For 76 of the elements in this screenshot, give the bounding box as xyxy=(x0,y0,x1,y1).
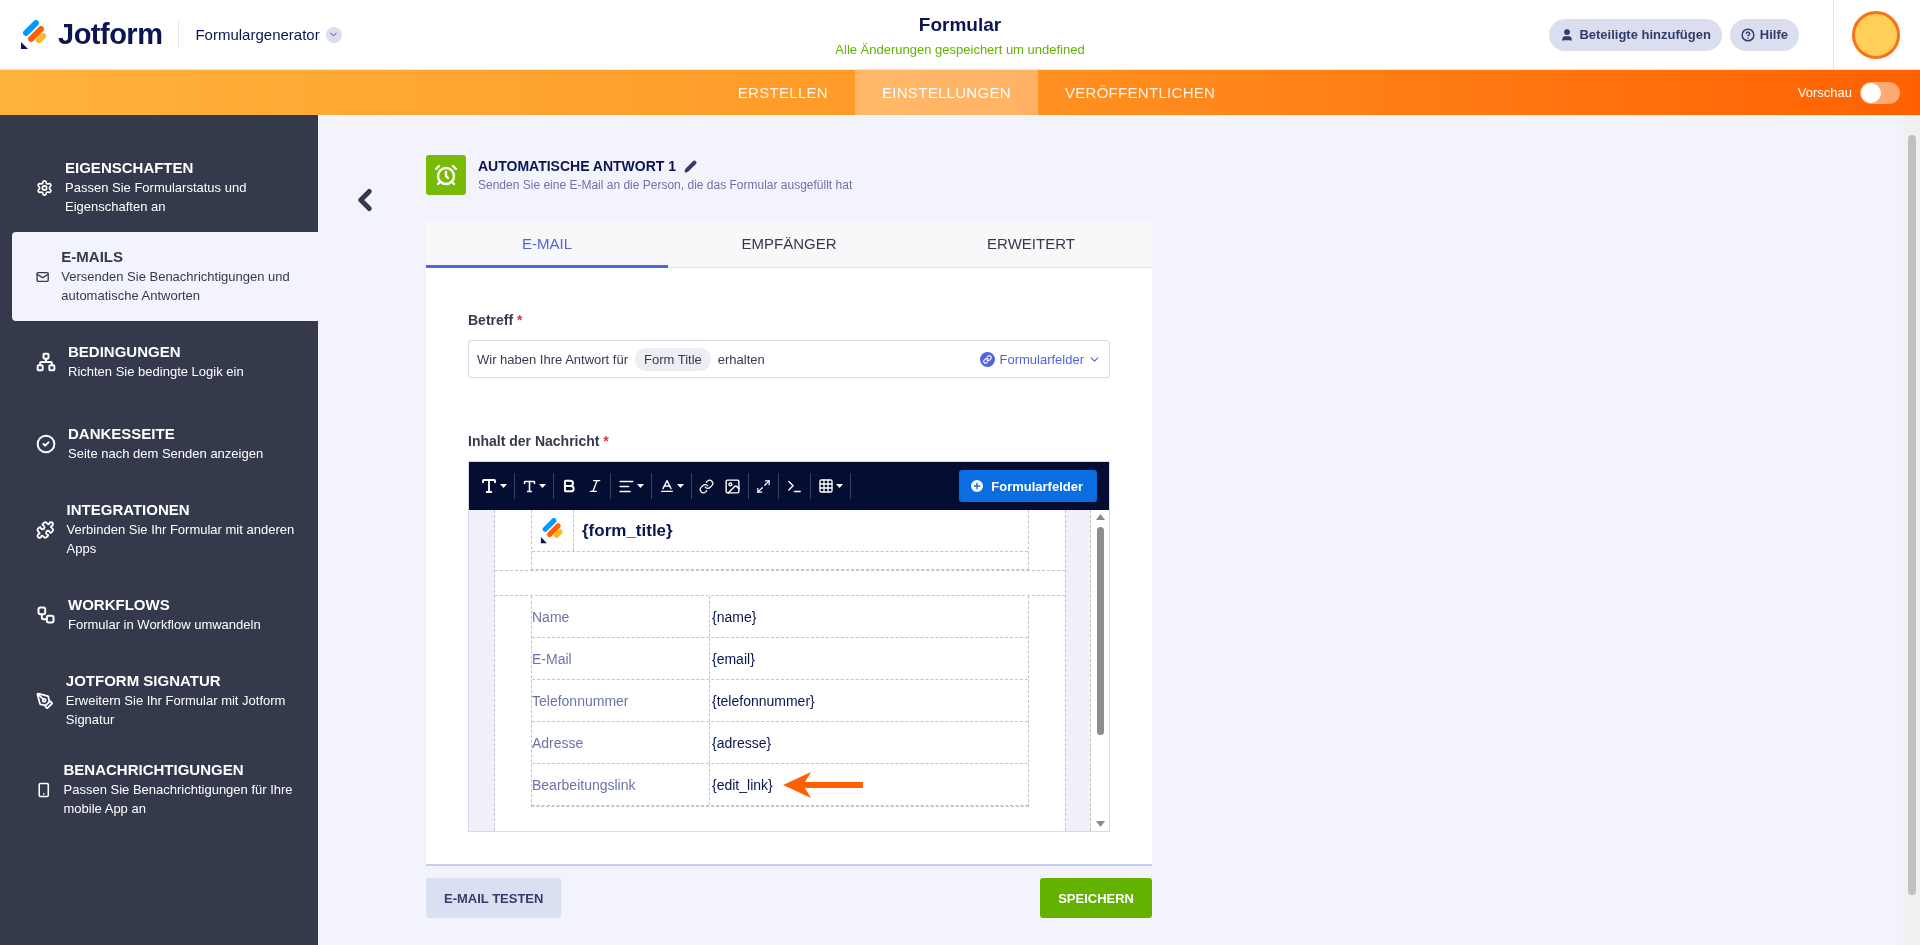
form-title-tag: Form Title xyxy=(635,347,711,371)
message-label: Inhalt der Nachricht * xyxy=(468,433,610,449)
help-icon xyxy=(1740,27,1755,42)
logo-icon xyxy=(539,517,566,544)
caret-icon xyxy=(500,484,507,488)
email-tab[interactable]: EMPFÄNGER xyxy=(668,221,910,268)
table-icon xyxy=(818,478,834,494)
puzzle-icon xyxy=(36,519,55,540)
scroll-up-icon[interactable] xyxy=(1095,514,1105,520)
text-size-icon xyxy=(522,478,537,494)
scroll-down-icon[interactable] xyxy=(1095,821,1105,827)
field-placeholder: {telefonnummer} xyxy=(712,692,815,709)
sidebar-item[interactable]: BENACHRICHTIGUNGEN Passen Sie Benachrichtigungen für Ihre mobile App an xyxy=(12,745,318,834)
expand-icon xyxy=(756,478,771,494)
caret-icon xyxy=(836,484,843,488)
field-placeholder: {adresse} xyxy=(712,734,772,751)
field-placeholder: {email} xyxy=(712,650,755,667)
message-editor[interactable]: Formularfelder {form_title} Name {name} E-Mail {email} Telefonnummer {telefonnummer} Adresse {adresse} Bearbeitungslink {edit_link} xyxy=(468,461,1110,832)
field-label: Name xyxy=(532,596,710,637)
link-icon xyxy=(980,351,996,367)
autoresponder-title: AUTOMATISCHE ANTWORT 1 xyxy=(478,158,677,174)
preview-label: Vorschau xyxy=(1797,85,1852,100)
avatar[interactable] xyxy=(1852,10,1900,59)
autoresponder-subtitle: Senden Sie eine E-Mail an die Person, die das Formular ausgefüllt hat xyxy=(478,178,853,192)
field-placeholder: {name} xyxy=(712,608,757,625)
sidebar-item[interactable]: JOTFORM SIGNATUR Erweitern Sie Ihr Formular mit Jotform Signatur xyxy=(12,656,318,745)
font-color-icon xyxy=(659,478,675,494)
logo-text: Jotform xyxy=(58,18,163,51)
caret-icon xyxy=(325,26,342,43)
subject-field[interactable]: Wir haben Ihre Antwort für Form Title erhalten Formularfelder xyxy=(468,340,1110,378)
caret-icon xyxy=(637,484,644,488)
header-button[interactable]: Hilfe xyxy=(1729,18,1799,51)
sidebar-item[interactable]: INTEGRATIONEN Verbinden Sie Ihr Formular mit anderen Apps xyxy=(12,485,318,574)
image-icon xyxy=(724,477,741,495)
email-tab[interactable]: E-MAIL xyxy=(426,221,668,268)
field-label: Bearbeitungslink xyxy=(532,764,710,805)
required-mark: * xyxy=(603,433,609,449)
check-icon xyxy=(36,434,56,454)
bold-icon xyxy=(561,478,577,494)
caret-icon xyxy=(539,484,546,488)
pen-icon xyxy=(36,690,54,711)
gear-icon xyxy=(36,177,54,198)
subject-text: Wir haben Ihre Antwort für xyxy=(477,351,628,367)
sidebar-item[interactable]: E-MAILS Versenden Sie Benachrichtigungen und automatische Antworten xyxy=(12,232,318,321)
field-label: E-Mail xyxy=(532,638,710,679)
workflow-icon xyxy=(36,605,56,625)
field-label: Telefonnummer xyxy=(532,680,710,721)
subject-text: erhalten xyxy=(717,351,765,367)
form-title: Formular xyxy=(918,14,1002,36)
italic-icon xyxy=(587,478,603,494)
form-fields-button[interactable]: Formularfelder xyxy=(959,470,1097,502)
user-icon xyxy=(1560,27,1575,42)
email-tab[interactable]: ERWEITERT xyxy=(910,221,1152,268)
plus-icon xyxy=(969,478,986,494)
builder-menu[interactable]: Formulargenerator xyxy=(195,26,342,43)
subject-label: Betreff * xyxy=(468,312,524,328)
sidebar-item[interactable]: DANKESSEITE Seite nach dem Senden anzeigen xyxy=(12,403,318,485)
form-title-placeholder: {form_title} xyxy=(581,519,673,542)
sidebar-item[interactable]: BEDINGUNGEN Richten Sie bedingte Logik ein xyxy=(12,321,318,403)
link-icon xyxy=(699,478,714,494)
sidebar-item[interactable]: WORKFLOWS Formular in Workflow umwandeln xyxy=(12,574,318,656)
required-mark: * xyxy=(517,312,523,328)
alarm-clock-icon xyxy=(434,163,458,187)
edit-icon[interactable] xyxy=(684,159,698,173)
header-button[interactable]: Beteiligte hinzufügen xyxy=(1549,18,1722,51)
caret-icon xyxy=(677,484,684,488)
test-email-button[interactable]: E-MAIL TESTEN xyxy=(426,878,562,918)
form-fields-dropdown[interactable]: Formularfelder xyxy=(980,351,1101,367)
preview-toggle[interactable] xyxy=(1860,81,1900,104)
logic-icon xyxy=(36,352,56,372)
sidebar-item[interactable]: EIGENSCHAFTEN Passen Sie Formularstatus und Eigenschaften an xyxy=(12,143,318,232)
text-icon xyxy=(480,477,498,495)
field-placeholder: {edit_link} xyxy=(712,776,773,793)
page-scrollbar[interactable] xyxy=(1903,115,1920,945)
save-status: Alle Änderungen gespeichert um undefined xyxy=(835,42,1085,57)
field-label: Adresse xyxy=(532,722,710,763)
